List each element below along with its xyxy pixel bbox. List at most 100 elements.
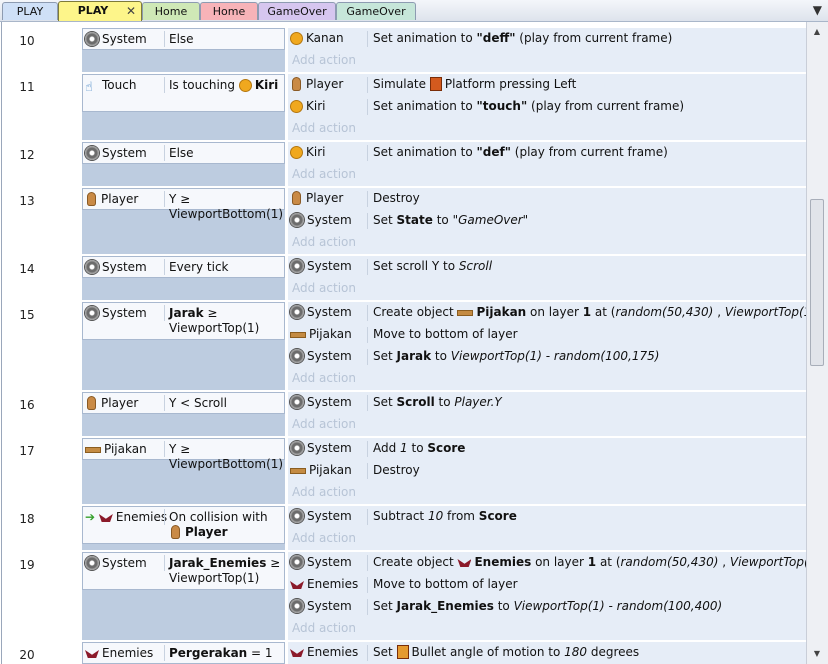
action-object-name: System — [307, 441, 352, 455]
action-row[interactable]: System Set Jarak to ViewportTop(1) - rand… — [288, 346, 806, 368]
divider — [164, 441, 165, 457]
tab-label: Home — [212, 5, 246, 18]
add-action-link[interactable]: Add action — [292, 417, 356, 431]
event-block[interactable]: 16 Player Y < Scroll System Set Scroll to Pl… — [2, 392, 807, 436]
event-block[interactable]: 10 System Else Kanan Set animation to "deff"… — [2, 28, 807, 72]
tab-play-1[interactable]: PLAY — [2, 2, 58, 20]
close-icon[interactable]: ▼ — [813, 3, 822, 17]
action-object: System — [290, 349, 352, 363]
action-text: Set animation to "touch" (play from curr… — [373, 99, 685, 113]
scroll-thumb[interactable] — [810, 199, 824, 366]
event-block[interactable]: 13 Player Y ≥ ViewportBottom(1) Player Destr… — [2, 188, 807, 254]
divider — [164, 555, 165, 571]
action-text: Set animation to "def" (play from curren… — [373, 145, 668, 159]
tab-home-3[interactable]: Home — [142, 2, 200, 20]
add-action-link[interactable]: Add action — [292, 121, 356, 135]
divider — [367, 599, 368, 615]
condition[interactable]: Player Y < Scroll — [82, 392, 285, 414]
condition-text: Is touching Kiri — [169, 78, 279, 92]
event-number: 18 — [19, 512, 35, 526]
condition[interactable]: ☝ Touch Is touching Kiri — [82, 74, 285, 112]
event-block[interactable]: 19 System Jarak_Enemies ≥ ViewportTop(1) Sy… — [2, 552, 807, 640]
action-object: Enemies — [290, 577, 358, 591]
system-gear-icon — [290, 305, 304, 319]
add-action-link[interactable]: Add action — [292, 531, 356, 545]
action-row[interactable]: System Set Scroll to Player.Y — [288, 392, 806, 414]
action-row[interactable]: Kiri Set animation to "def" (play from cu… — [288, 142, 806, 164]
action-object-name: Player — [306, 77, 344, 91]
add-action-link[interactable]: Add action — [292, 167, 356, 181]
condition-object-name: System — [102, 146, 147, 160]
add-action-link[interactable]: Add action — [292, 235, 356, 249]
condition[interactable]: System Else — [82, 142, 285, 164]
condition[interactable]: ➔ Enemies On collision with Player — [82, 506, 285, 544]
action-row[interactable]: Pijakan Destroy — [288, 460, 806, 482]
action-row[interactable]: System Create object Enemies on layer 1 a… — [288, 552, 807, 574]
player-icon — [292, 191, 301, 205]
scroll-up-icon[interactable]: ▲ — [810, 25, 824, 39]
add-action-link[interactable]: Add action — [292, 621, 356, 635]
condition[interactable]: Enemies Pergerakan = 1 — [82, 642, 285, 664]
add-action-link[interactable]: Add action — [292, 371, 356, 385]
add-action-link[interactable]: Add action — [292, 281, 356, 295]
action-row[interactable]: Kiri Set animation to "touch" (play from … — [288, 96, 806, 118]
action-row[interactable]: System Set State to "GameOver" — [288, 210, 806, 232]
condition-object: Enemies — [85, 646, 163, 660]
event-block[interactable]: 18 ➔ Enemies On collision with Player Syste… — [2, 506, 807, 550]
tab-play-2[interactable]: PLAY ✕ — [58, 1, 142, 21]
scroll-down-icon[interactable]: ▼ — [810, 647, 824, 661]
action-object-name: System — [307, 599, 352, 613]
kanan-icon — [290, 32, 303, 45]
action-row[interactable]: Enemies Move to bottom of layer — [288, 574, 806, 596]
tab-gameover-6[interactable]: GameOver — [336, 2, 416, 20]
vertical-scrollbar[interactable]: ▲ ▼ — [806, 22, 828, 664]
player-icon — [292, 77, 301, 91]
tab-bar: ▼ PLAY PLAY ✕ Home Home GameOver GameOver — [0, 0, 828, 22]
action-row[interactable]: Kanan Set animation to "deff" (play from … — [288, 28, 806, 50]
action-row[interactable]: Enemies Set Bullet angle of motion to 180… — [288, 642, 806, 664]
condition[interactable]: System Jarak ≥ ViewportTop(1) — [82, 302, 285, 340]
condition-text: On collision with Player — [169, 510, 268, 539]
event-block[interactable]: 15 System Jarak ≥ ViewportTop(1) System Crea… — [2, 302, 807, 390]
enemy-icon — [85, 650, 99, 658]
action-text: Set animation to "deff" (play from curre… — [373, 31, 673, 45]
tab-home-4[interactable]: Home — [200, 2, 258, 20]
system-gear-icon — [290, 441, 304, 455]
action-row[interactable]: System Add 1 to Score — [288, 438, 806, 460]
add-action-link[interactable]: Add action — [292, 485, 356, 499]
condition-text: Else — [169, 32, 194, 46]
event-block[interactable]: 17 Pijakan Y ≥ ViewportBottom(1) System Add … — [2, 438, 807, 504]
kanan-icon — [290, 100, 303, 113]
event-number: 10 — [19, 34, 35, 48]
condition[interactable]: Player Y ≥ ViewportBottom(1) — [82, 188, 285, 221]
action-row[interactable]: Player Simulate Platform pressing Left — [288, 74, 806, 96]
system-gear-icon — [85, 260, 99, 274]
action-object-name: System — [307, 349, 352, 363]
system-gear-icon — [290, 259, 304, 273]
action-text: Move to bottom of layer — [373, 327, 518, 341]
action-object-name: Player — [306, 191, 344, 205]
add-action-link[interactable]: Add action — [292, 53, 356, 67]
divider — [164, 31, 165, 47]
action-object: System — [290, 441, 352, 455]
event-block[interactable]: 20 Enemies Pergerakan = 1 Enemies Set Bullet… — [2, 642, 807, 664]
event-block[interactable]: 14 System Every tick System Set scroll Y to … — [2, 256, 807, 300]
event-block[interactable]: 12 System Else Kiri Set animation to "def" (… — [2, 142, 807, 186]
action-row[interactable]: System Subtract 10 from Score — [288, 506, 806, 528]
action-row[interactable]: System Set scroll Y to Scroll — [288, 256, 806, 278]
action-object: Pijakan — [290, 327, 352, 341]
action-row[interactable]: System Set Jarak_Enemies to ViewportTop(1… — [288, 596, 806, 618]
event-block[interactable]: 11 ☝ Touch Is touching Kiri Player Simulate P… — [2, 74, 807, 140]
condition[interactable]: System Else — [82, 28, 285, 50]
pijakan-icon — [290, 332, 306, 338]
condition[interactable]: Pijakan Y ≥ ViewportBottom(1) — [82, 438, 285, 471]
tab-close-icon[interactable]: ✕ — [126, 2, 136, 20]
divider — [367, 577, 368, 593]
condition[interactable]: System Every tick — [82, 256, 285, 278]
condition[interactable]: System Jarak_Enemies ≥ ViewportTop(1) — [82, 552, 285, 590]
condition-object-name: Pijakan — [104, 442, 147, 456]
action-row[interactable]: Player Destroy — [288, 188, 806, 210]
tab-gameover-5[interactable]: GameOver — [258, 2, 336, 20]
action-row[interactable]: System Create object Pijakan on layer 1 a… — [288, 302, 807, 324]
action-row[interactable]: Pijakan Move to bottom of layer — [288, 324, 806, 346]
